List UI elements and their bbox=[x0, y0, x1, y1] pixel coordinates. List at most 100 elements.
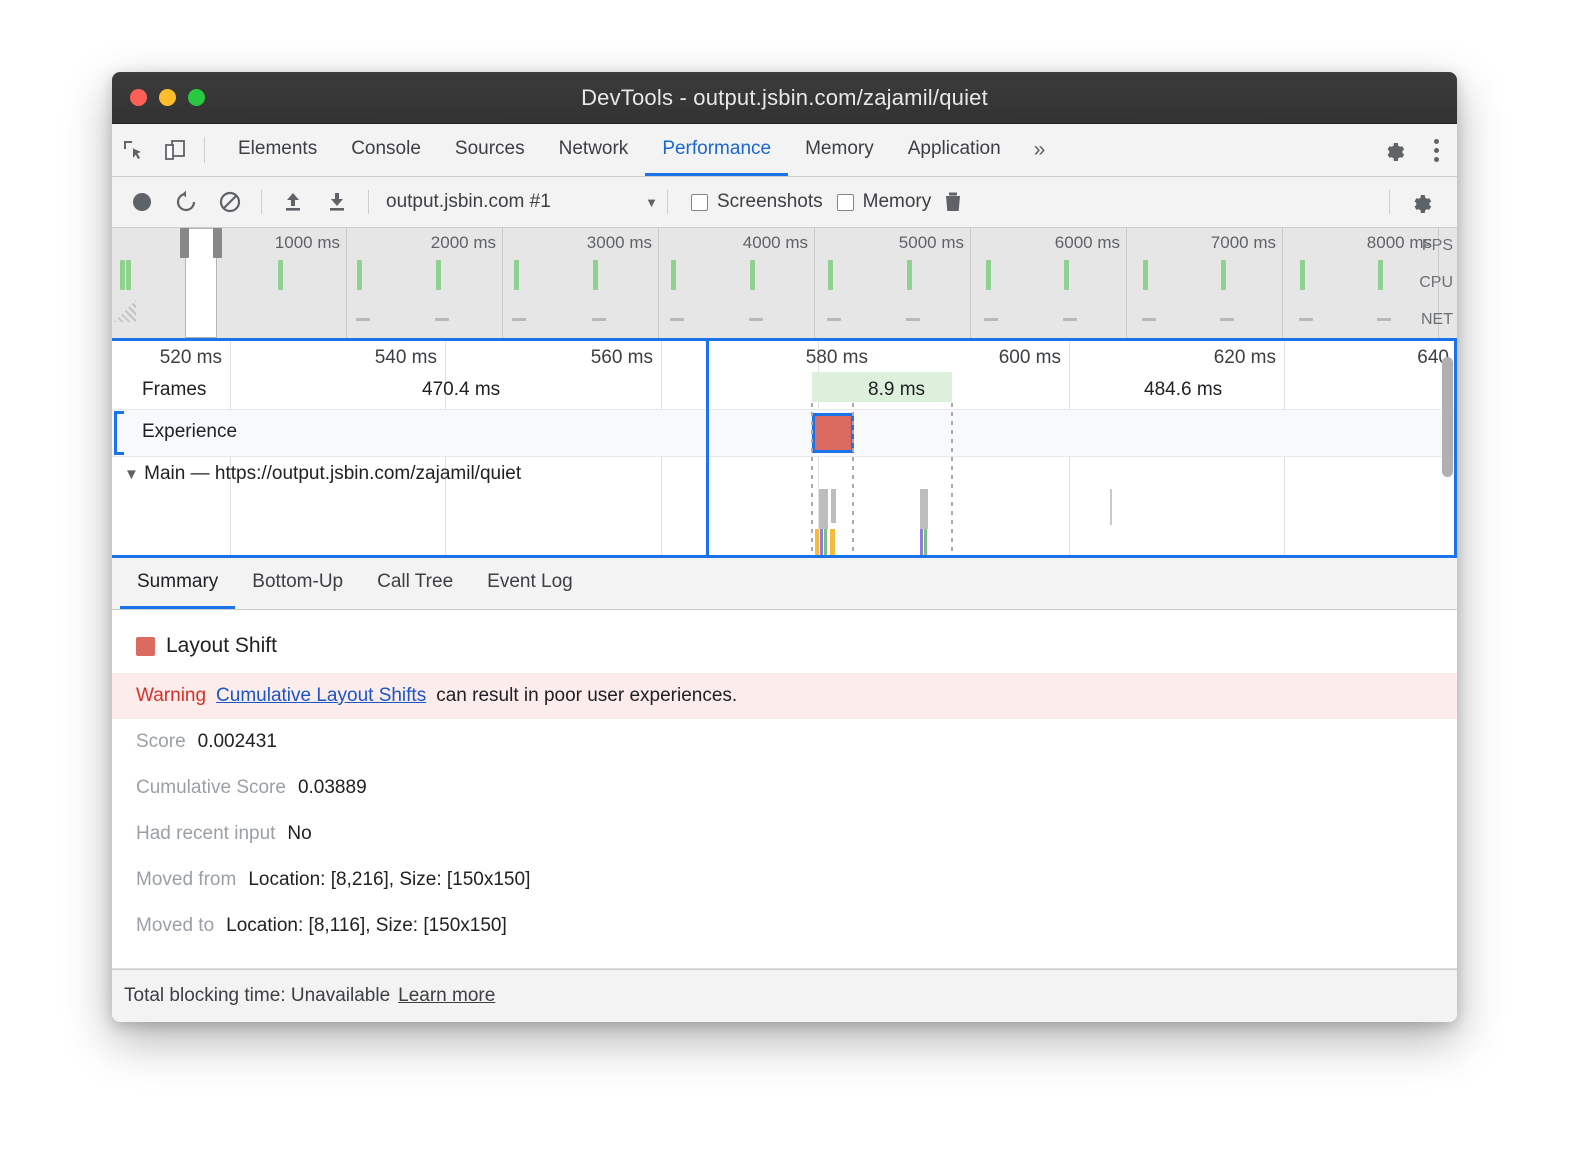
overview-tick: 90 bbox=[1439, 228, 1457, 338]
tab-application[interactable]: Application bbox=[891, 124, 1018, 176]
more-tabs-chevron-icon[interactable]: » bbox=[1018, 124, 1062, 176]
layout-shift-color-swatch bbox=[136, 637, 155, 656]
net-blip bbox=[670, 318, 684, 321]
fps-bar bbox=[828, 260, 833, 290]
summary-value: Location: [8,216], Size: [150x150] bbox=[248, 869, 530, 891]
overview-tick: 4000 ms bbox=[659, 228, 815, 338]
inspect-element-icon[interactable] bbox=[112, 124, 154, 176]
fps-bar bbox=[986, 260, 991, 290]
tab-call-tree[interactable]: Call Tree bbox=[360, 558, 470, 609]
tab-summary[interactable]: Summary bbox=[120, 558, 235, 609]
cumulative-layout-shifts-link[interactable]: Cumulative Layout Shifts bbox=[216, 685, 426, 707]
timeline-overview[interactable]: 1000 ms 2000 ms 3000 ms 4000 ms 5000 ms … bbox=[112, 228, 1457, 341]
tab-sources[interactable]: Sources bbox=[438, 124, 542, 176]
overview-tick: 3000 ms bbox=[503, 228, 659, 338]
net-blip bbox=[827, 318, 841, 321]
summary-key: Moved from bbox=[136, 869, 236, 891]
window-title: DevTools - output.jsbin.com/zajamil/quie… bbox=[112, 85, 1457, 111]
memory-checkbox[interactable]: Memory bbox=[837, 191, 932, 213]
warning-banner: Warning Cumulative Layout Shifts can res… bbox=[112, 673, 1457, 719]
tabstrip-actions bbox=[1356, 124, 1457, 176]
overview-selection-handle-left[interactable] bbox=[180, 228, 189, 258]
expand-triangle-icon[interactable]: ▼ bbox=[124, 466, 139, 483]
tab-network[interactable]: Network bbox=[542, 124, 646, 176]
capture-settings-gear-icon[interactable] bbox=[1399, 182, 1443, 222]
net-blip bbox=[984, 318, 998, 321]
fps-bar bbox=[357, 260, 362, 290]
fps-bar bbox=[1143, 260, 1148, 290]
flame-chart-scrollbar[interactable] bbox=[1442, 357, 1453, 477]
minimize-window-button[interactable] bbox=[159, 89, 176, 106]
screenshots-checkbox-box[interactable] bbox=[691, 194, 708, 211]
summary-value: Location: [8,116], Size: [150x150] bbox=[226, 915, 507, 937]
net-blip bbox=[435, 318, 449, 321]
collect-garbage-icon[interactable] bbox=[931, 182, 975, 222]
summary-value: 0.002431 bbox=[198, 731, 277, 753]
summary-key: Cumulative Score bbox=[136, 777, 286, 799]
overview-tick: 2000 ms bbox=[347, 228, 503, 338]
net-blip bbox=[356, 318, 370, 321]
overview-tick: 5000 ms bbox=[815, 228, 971, 338]
frames-row-label: Frames bbox=[142, 379, 206, 401]
learn-more-link[interactable]: Learn more bbox=[398, 985, 495, 1007]
tab-event-log[interactable]: Event Log bbox=[470, 558, 590, 609]
net-blip bbox=[1142, 318, 1156, 321]
tab-performance[interactable]: Performance bbox=[645, 124, 788, 176]
summary-title: Layout Shift bbox=[166, 634, 277, 658]
reload-record-icon[interactable] bbox=[164, 182, 208, 222]
traffic-lights bbox=[130, 89, 205, 106]
overview-tick: 8000 ms bbox=[1283, 228, 1439, 338]
tab-console[interactable]: Console bbox=[334, 124, 438, 176]
flame-chart[interactable]: 520 ms 540 ms 560 ms 580 ms 600 ms 620 m… bbox=[112, 341, 1457, 558]
fps-bar bbox=[278, 260, 283, 290]
fps-bar bbox=[593, 260, 598, 290]
fps-bar bbox=[1378, 260, 1383, 290]
summary-row-moved-from: Moved from Location: [8,216], Size: [150… bbox=[112, 857, 1457, 903]
clear-icon[interactable] bbox=[208, 182, 252, 222]
screenshots-label: Screenshots bbox=[717, 191, 823, 213]
main-row[interactable]: ▼ Main — https://output.jsbin.com/zajami… bbox=[124, 463, 521, 485]
fps-bar bbox=[1300, 260, 1305, 290]
toolbar-divider-2 bbox=[368, 190, 369, 214]
overview-tick: 6000 ms bbox=[971, 228, 1127, 338]
net-blip bbox=[749, 318, 763, 321]
maximize-window-button[interactable] bbox=[188, 89, 205, 106]
performance-toolbar: output.jsbin.com #1 ▼ Screenshots Memory bbox=[112, 177, 1457, 228]
close-window-button[interactable] bbox=[130, 89, 147, 106]
profile-selector-label: output.jsbin.com #1 bbox=[386, 191, 551, 213]
summary-key: Score bbox=[136, 731, 186, 753]
memory-checkbox-box[interactable] bbox=[837, 194, 854, 211]
net-blip bbox=[512, 318, 526, 321]
memory-label: Memory bbox=[863, 191, 932, 213]
more-options-kebab-icon[interactable] bbox=[1415, 139, 1457, 162]
save-profile-icon[interactable] bbox=[315, 182, 359, 222]
summary-row-had-recent-input: Had recent input No bbox=[112, 811, 1457, 857]
profile-selector-dropdown[interactable]: output.jsbin.com #1 ▼ bbox=[386, 191, 658, 213]
warning-text: can result in poor user experiences. bbox=[436, 685, 737, 707]
experience-row-bracket bbox=[114, 411, 124, 455]
net-blip bbox=[1299, 318, 1313, 321]
total-blocking-time-text: Total blocking time: Unavailable bbox=[124, 985, 390, 1007]
toolbar-divider-3 bbox=[667, 190, 668, 214]
net-blip bbox=[1220, 318, 1234, 321]
summary-value: No bbox=[287, 823, 311, 845]
load-profile-icon[interactable] bbox=[271, 182, 315, 222]
summary-row-moved-to: Moved to Location: [8,116], Size: [150x1… bbox=[112, 903, 1457, 949]
tab-memory[interactable]: Memory bbox=[788, 124, 891, 176]
fps-bar bbox=[1064, 260, 1069, 290]
main-row-label: Main — https://output.jsbin.com/zajamil/… bbox=[144, 463, 521, 484]
flame-selection-outline bbox=[706, 341, 1457, 558]
settings-gear-icon[interactable] bbox=[1373, 138, 1415, 162]
device-toolbar-icon[interactable] bbox=[154, 124, 196, 176]
fps-bar bbox=[120, 260, 125, 290]
overview-selection-window[interactable] bbox=[185, 228, 217, 338]
overview-selection-handle-right[interactable] bbox=[213, 228, 222, 258]
devtools-window: DevTools - output.jsbin.com/zajamil/quie… bbox=[112, 72, 1457, 1022]
tab-bottom-up[interactable]: Bottom-Up bbox=[235, 558, 360, 609]
record-circle-icon[interactable] bbox=[120, 182, 164, 222]
overview-tick: 7000 ms bbox=[1127, 228, 1283, 338]
net-blip bbox=[906, 318, 920, 321]
tabstrip-divider bbox=[204, 137, 205, 163]
screenshots-checkbox[interactable]: Screenshots bbox=[691, 191, 823, 213]
tab-elements[interactable]: Elements bbox=[221, 124, 334, 176]
